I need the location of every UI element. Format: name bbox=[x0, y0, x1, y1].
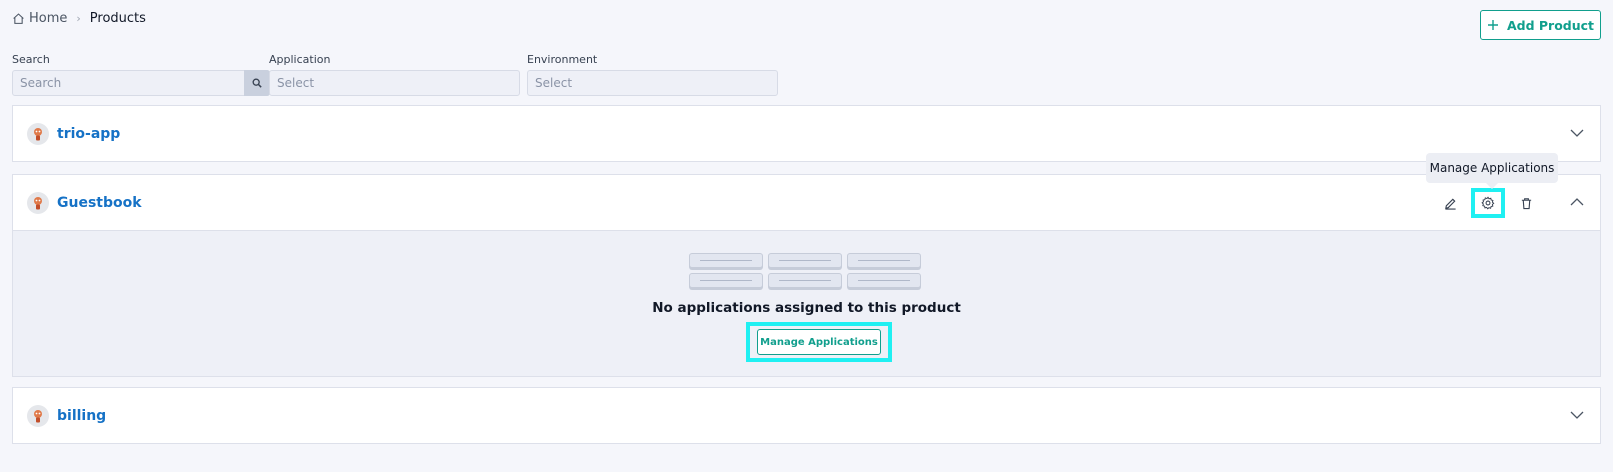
product-card: trio-app bbox=[12, 105, 1601, 162]
search-filter: Search Search bbox=[12, 53, 270, 96]
plus-icon bbox=[1487, 20, 1498, 30]
manage-applications-highlight: Manage Applications bbox=[746, 322, 892, 362]
breadcrumb-current: Products bbox=[89, 11, 146, 26]
product-actions bbox=[1428, 188, 1542, 218]
environment-select[interactable]: Select bbox=[527, 70, 778, 96]
product-card-header[interactable]: trio-app bbox=[13, 106, 1600, 161]
environment-placeholder: Select bbox=[535, 76, 573, 90]
search-input[interactable]: Search bbox=[12, 70, 270, 96]
product-title[interactable]: billing bbox=[57, 408, 106, 424]
chevron-down-icon[interactable] bbox=[1570, 408, 1584, 422]
delete-button[interactable] bbox=[1510, 189, 1542, 217]
product-avatar-icon bbox=[27, 191, 49, 214]
empty-state-message: No applications assigned to this product bbox=[652, 300, 961, 316]
edit-icon bbox=[1444, 198, 1456, 210]
chevron-right-icon: › bbox=[76, 12, 81, 25]
product-title[interactable]: Guestbook bbox=[57, 195, 142, 211]
application-filter: Application Select bbox=[269, 53, 520, 96]
manage-applications-button[interactable]: Manage Applications bbox=[757, 329, 881, 355]
product-card-header[interactable]: Guestbook bbox=[13, 175, 1600, 230]
search-label: Search bbox=[12, 53, 50, 66]
manage-applications-icon-button[interactable] bbox=[1471, 188, 1505, 218]
home-icon bbox=[13, 13, 24, 24]
environment-filter: Environment Select bbox=[527, 53, 778, 96]
application-select[interactable]: Select bbox=[269, 70, 520, 96]
tooltip-text: Manage Applications bbox=[1429, 161, 1555, 175]
empty-state-illustration bbox=[689, 253, 921, 288]
product-card-header[interactable]: billing bbox=[13, 388, 1600, 443]
product-avatar-icon bbox=[27, 122, 49, 145]
chevron-up-icon[interactable] bbox=[1570, 195, 1584, 209]
applications-panel: No applications assigned to this product… bbox=[13, 230, 1600, 376]
search-placeholder: Search bbox=[20, 76, 62, 90]
breadcrumb-home[interactable]: Home bbox=[12, 11, 67, 26]
search-icon bbox=[252, 78, 262, 88]
search-button[interactable] bbox=[244, 70, 270, 96]
product-avatar-icon bbox=[27, 404, 49, 427]
edit-button[interactable] bbox=[1434, 189, 1466, 217]
add-product-label: Add Product bbox=[1506, 17, 1595, 33]
application-placeholder: Select bbox=[277, 76, 315, 90]
chevron-down-icon[interactable] bbox=[1570, 126, 1584, 140]
application-label: Application bbox=[269, 53, 331, 66]
breadcrumb: Home › Products bbox=[12, 11, 146, 26]
gear-icon bbox=[1481, 196, 1495, 210]
product-card: billing bbox=[12, 387, 1601, 444]
product-title[interactable]: trio-app bbox=[57, 126, 120, 142]
add-product-button[interactable]: Add Product bbox=[1480, 10, 1601, 40]
environment-label: Environment bbox=[527, 53, 598, 66]
product-card: Guestbook No applications assigned to th… bbox=[12, 174, 1601, 377]
tooltip: Manage Applications bbox=[1426, 153, 1558, 189]
trash-icon bbox=[1521, 197, 1531, 209]
breadcrumb-home-label[interactable]: Home bbox=[29, 11, 67, 26]
